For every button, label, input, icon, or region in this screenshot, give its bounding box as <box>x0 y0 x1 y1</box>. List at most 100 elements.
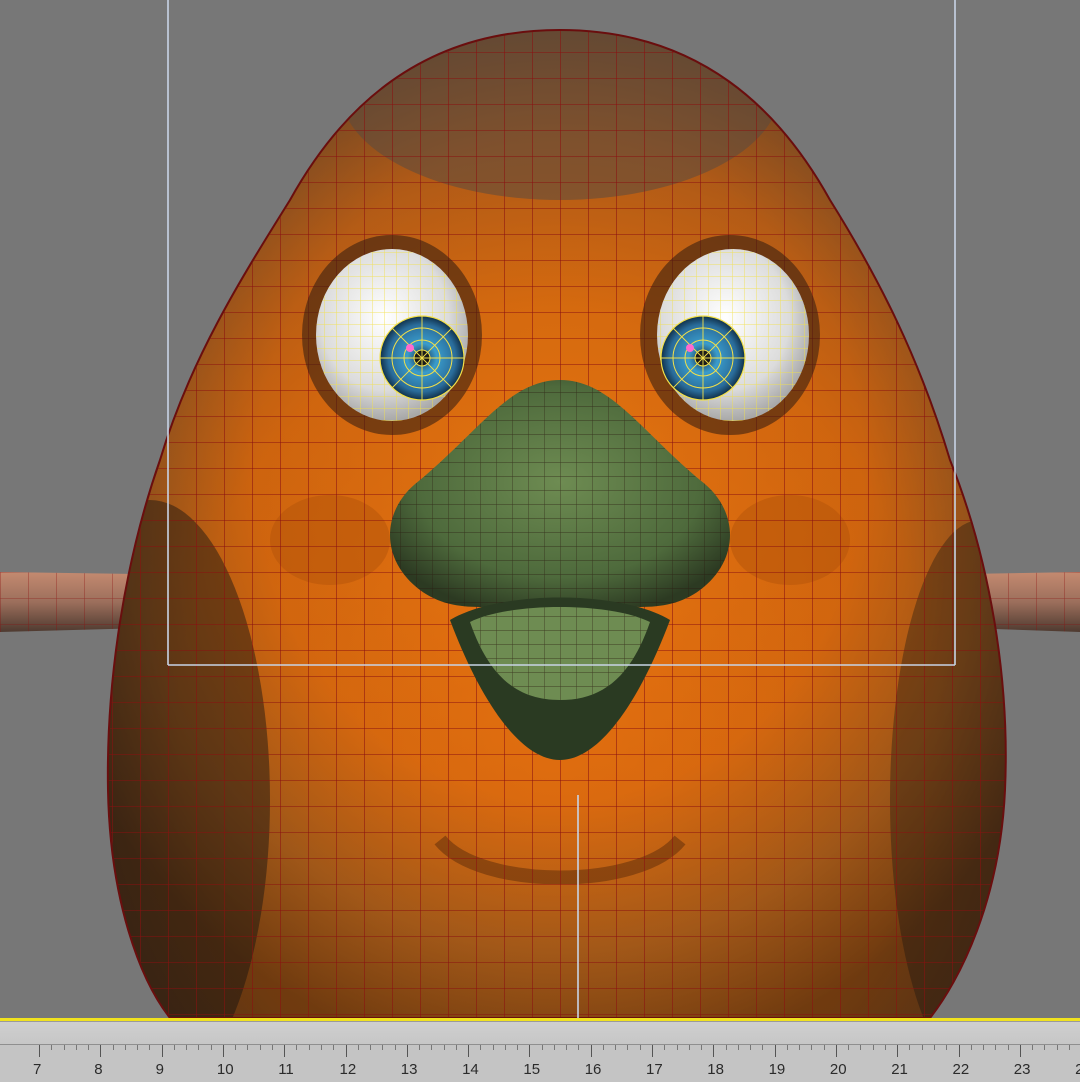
ruler-minor-tick <box>872 1045 874 1050</box>
ruler-tick <box>39 1045 40 1057</box>
ruler-minor-tick <box>1044 1045 1046 1050</box>
ruler-minor-tick <box>492 1045 494 1050</box>
ruler-label: 18 <box>707 1061 724 1078</box>
ruler-minor-tick <box>198 1045 200 1050</box>
right-eyeball[interactable] <box>657 249 809 421</box>
ruler-label: 19 <box>768 1061 786 1078</box>
ruler-label: 10 <box>216 1061 234 1078</box>
ruler-tick <box>406 1045 408 1057</box>
ruler-minor-tick <box>676 1045 678 1050</box>
ruler-minor-tick <box>541 1045 543 1050</box>
ruler-minor-tick <box>504 1045 506 1050</box>
ruler-minor-tick <box>382 1045 384 1050</box>
ruler-minor-tick <box>370 1045 372 1050</box>
ruler-minor-tick <box>884 1045 886 1050</box>
ruler-minor-tick <box>823 1045 825 1050</box>
ruler-minor-tick <box>553 1045 555 1050</box>
ruler-minor-tick <box>149 1045 151 1050</box>
viewport-canvas[interactable] <box>0 0 1080 1018</box>
ruler-label: 12 <box>339 1061 357 1078</box>
ruler-minor-tick <box>419 1045 421 1050</box>
ruler-minor-tick <box>627 1045 629 1050</box>
ruler-minor-tick <box>995 1045 997 1050</box>
ruler-minor-tick <box>75 1045 77 1050</box>
ruler-minor-tick <box>357 1045 359 1050</box>
ruler-minor-tick <box>235 1045 237 1050</box>
left-eyeball[interactable] <box>316 249 468 421</box>
ruler-minor-tick <box>333 1045 335 1050</box>
ruler-minor-tick <box>271 1045 273 1050</box>
ruler-minor-tick <box>921 1045 923 1050</box>
ruler-tick <box>713 1045 715 1057</box>
ruler-minor-tick <box>933 1045 935 1050</box>
ruler-minor-tick <box>455 1045 457 1050</box>
ruler-label: 21 <box>891 1061 908 1078</box>
ruler-minor-tick <box>1068 1045 1070 1050</box>
ruler-minor-tick <box>688 1045 690 1050</box>
ruler-minor-tick <box>308 1045 310 1050</box>
ruler-tick <box>284 1045 286 1057</box>
ruler-tick <box>835 1045 837 1057</box>
ruler-minor-tick <box>480 1045 482 1050</box>
ruler-minor-tick <box>639 1045 641 1050</box>
ruler-minor-tick <box>664 1045 666 1050</box>
ruler-tick <box>345 1045 347 1057</box>
ruler-minor-tick <box>909 1045 911 1050</box>
ruler-tick <box>1019 1045 1021 1057</box>
3d-viewport[interactable] <box>0 0 1080 1018</box>
ruler-minor-tick <box>701 1045 703 1050</box>
ruler-minor-tick <box>296 1045 298 1050</box>
ruler-label: 15 <box>523 1061 541 1078</box>
ruler-label: 20 <box>829 1061 847 1078</box>
ruler-tick <box>100 1045 102 1057</box>
ruler-minor-tick <box>786 1045 788 1050</box>
time-ruler[interactable]: 7 8 9 10 11 12 13 14 15 16 17 18 19 20 21 22 23 24 <box>0 1044 1080 1082</box>
ruler-label: 7 <box>33 1061 42 1078</box>
ruler-minor-tick <box>88 1045 90 1050</box>
ruler-minor-tick <box>602 1045 604 1050</box>
ruler-minor-tick <box>443 1045 445 1050</box>
ruler-minor-tick <box>970 1045 972 1050</box>
ruler-minor-tick <box>811 1045 813 1050</box>
ruler-tick <box>774 1045 776 1057</box>
ruler-minor-tick <box>517 1045 519 1050</box>
ruler-minor-tick <box>112 1045 114 1050</box>
timeline-track-bar[interactable]: 7 8 9 10 11 12 13 14 15 16 17 18 19 20 21 22 23 24 <box>0 1021 1080 1082</box>
ruler-minor-tick <box>137 1045 139 1050</box>
ruler-minor-tick <box>320 1045 322 1050</box>
ruler-minor-tick <box>124 1045 126 1050</box>
ruler-minor-tick <box>259 1045 261 1050</box>
ruler-tick <box>161 1045 163 1057</box>
ruler-tick <box>652 1045 653 1057</box>
ruler-minor-tick <box>173 1045 175 1050</box>
ruler-minor-tick <box>860 1045 862 1050</box>
ruler-minor-tick <box>566 1045 568 1050</box>
ruler-minor-tick <box>946 1045 948 1050</box>
ruler-minor-tick <box>1056 1045 1058 1050</box>
ruler-minor-tick <box>1032 1045 1034 1050</box>
ruler-label: 23 <box>1013 1061 1031 1078</box>
ruler-minor-tick <box>578 1045 580 1050</box>
ruler-label: 9 <box>155 1061 164 1078</box>
ruler-label: 16 <box>584 1061 602 1078</box>
ruler-label: 22 <box>952 1061 970 1078</box>
ruler-tick <box>897 1045 899 1057</box>
ruler-minor-tick <box>210 1045 212 1050</box>
ruler-minor-tick <box>725 1045 727 1050</box>
ruler-minor-tick <box>750 1045 752 1050</box>
ruler-minor-tick <box>848 1045 850 1050</box>
ruler-minor-tick <box>615 1045 617 1050</box>
ruler-tick <box>468 1045 470 1057</box>
ruler-minor-tick <box>737 1045 739 1050</box>
ruler-label: 17 <box>646 1061 663 1078</box>
ruler-minor-tick <box>186 1045 188 1050</box>
ruler-tick <box>222 1045 224 1057</box>
ruler-label: 24 <box>1075 1061 1080 1078</box>
ruler-tick <box>590 1045 592 1057</box>
ruler-minor-tick <box>63 1045 65 1050</box>
ruler-label: 8 <box>94 1061 103 1078</box>
ruler-label: 13 <box>400 1061 418 1078</box>
ruler-minor-tick <box>394 1045 396 1050</box>
ruler-tick <box>958 1045 960 1057</box>
ruler-label: 11 <box>278 1061 294 1078</box>
